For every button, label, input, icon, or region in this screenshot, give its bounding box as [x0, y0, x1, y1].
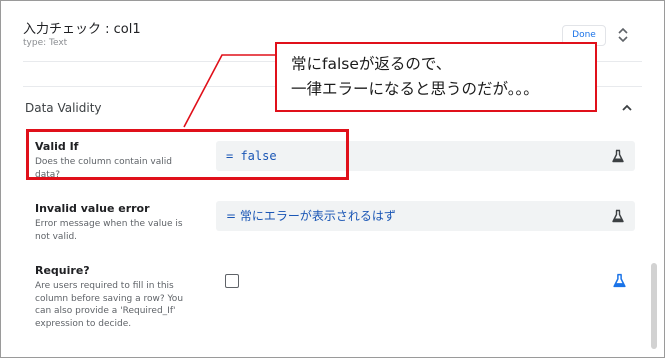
updown-icon[interactable] — [616, 25, 630, 45]
flask-icon[interactable] — [612, 273, 627, 288]
valid-if-highlight-box — [26, 129, 349, 180]
column-title: 入力チェック : col1 — [23, 22, 141, 37]
callout-line1: 常にfalseが返るので、 — [291, 55, 452, 73]
require-desc-line4: expression to decide. — [35, 318, 132, 329]
section-title-data-validity[interactable]: Data Validity — [25, 101, 102, 115]
chevron-up-icon[interactable] — [620, 101, 634, 115]
require-desc-line2: column before saving a row? You — [35, 293, 184, 304]
annotation-callout: 常にfalseが返るので、 一律エラーになると思うのだが。。。 — [275, 42, 597, 112]
scrollbar[interactable] — [651, 263, 657, 349]
invalid-desc-line1: Error message when the value is — [35, 219, 183, 229]
require-desc-line3: can also provide a 'Required_If' — [35, 306, 176, 316]
require-checkbox[interactable] — [225, 274, 239, 288]
invalid-value-error-description: Error message when the value is not vali… — [35, 218, 183, 243]
flask-icon[interactable] — [611, 209, 625, 223]
callout-line2: 一律エラーになると思うのだが。。。 — [291, 80, 539, 98]
invalid-value-error-expression: = 常にエラーが表示されるはず — [226, 209, 396, 223]
require-label: Require? — [35, 264, 90, 277]
flask-icon[interactable] — [611, 149, 625, 163]
invalid-desc-line2: not valid. — [35, 231, 78, 242]
invalid-value-error-expression-field[interactable]: = 常にエラーが表示されるはず — [216, 201, 635, 231]
require-description: Are users required to fill in this colum… — [35, 280, 183, 330]
require-desc-line1: Are users required to fill in this — [35, 281, 174, 291]
invalid-value-error-label: Invalid value error — [35, 202, 150, 215]
column-type: type: Text — [23, 38, 68, 48]
